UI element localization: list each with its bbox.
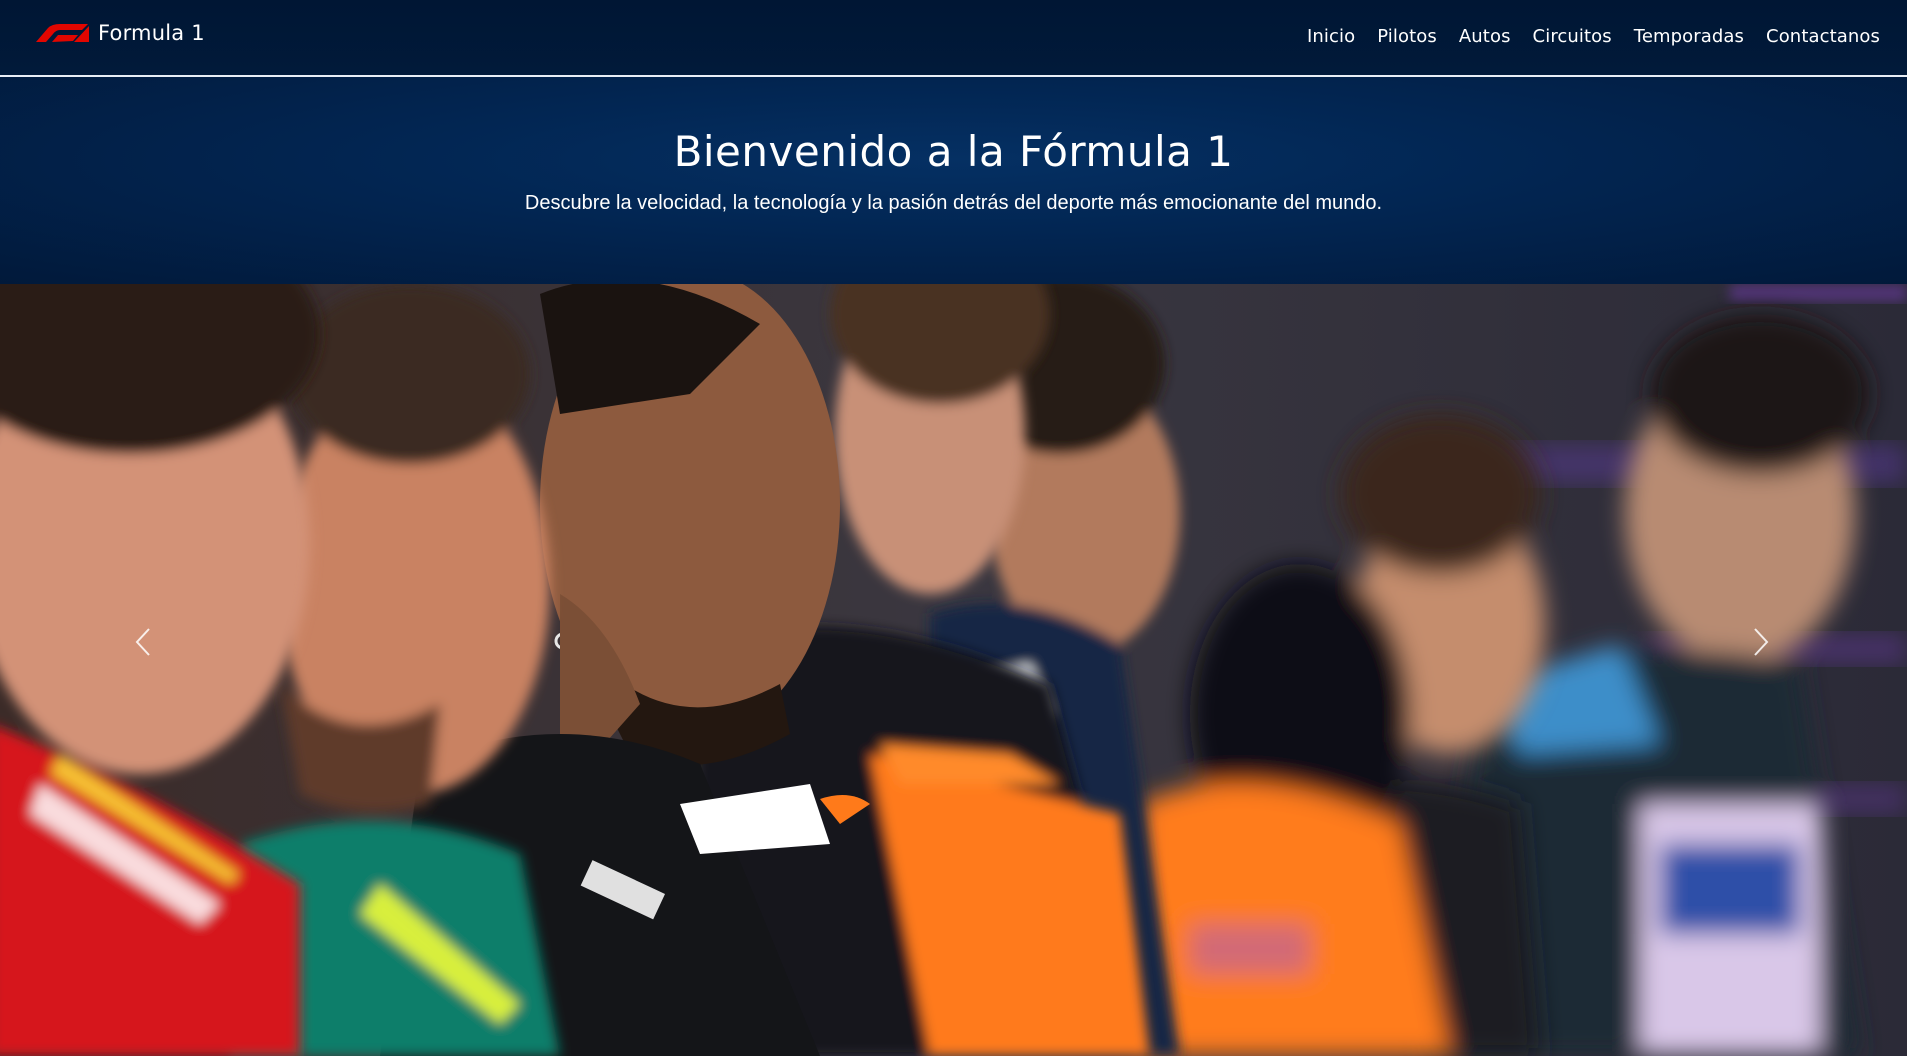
chevron-right-icon (1752, 627, 1770, 661)
navbar: Formula 1 Inicio Pilotos Autos Circuitos… (0, 0, 1907, 77)
nav-item-autos[interactable]: Autos (1459, 25, 1511, 49)
nav-item-circuitos[interactable]: Circuitos (1533, 25, 1612, 49)
nav-item-inicio[interactable]: Inicio (1307, 25, 1355, 49)
hero-title: Bienvenido a la Fórmula 1 (673, 127, 1234, 176)
nav-item-contactanos[interactable]: Contactanos (1766, 25, 1880, 49)
nav-item-temporadas[interactable]: Temporadas (1634, 25, 1744, 49)
carousel-prev-button[interactable] (113, 614, 173, 674)
brand-link[interactable]: Formula 1 (30, 22, 205, 44)
main-nav: Inicio Pilotos Autos Circuitos Temporada… (1307, 25, 1880, 49)
drivers-carousel[interactable] (0, 284, 1907, 1056)
carousel-slide-image (0, 284, 1907, 1056)
f1-logo-icon (30, 22, 90, 44)
hero-section: Bienvenido a la Fórmula 1 Descubre la ve… (0, 77, 1907, 284)
carousel-next-button[interactable] (1731, 614, 1791, 674)
hero-subtitle: Descubre la velocidad, la tecnología y l… (524, 192, 1383, 214)
nav-item-pilotos[interactable]: Pilotos (1377, 25, 1437, 49)
chevron-left-icon (134, 627, 152, 661)
brand-name: Formula 1 (98, 20, 205, 45)
